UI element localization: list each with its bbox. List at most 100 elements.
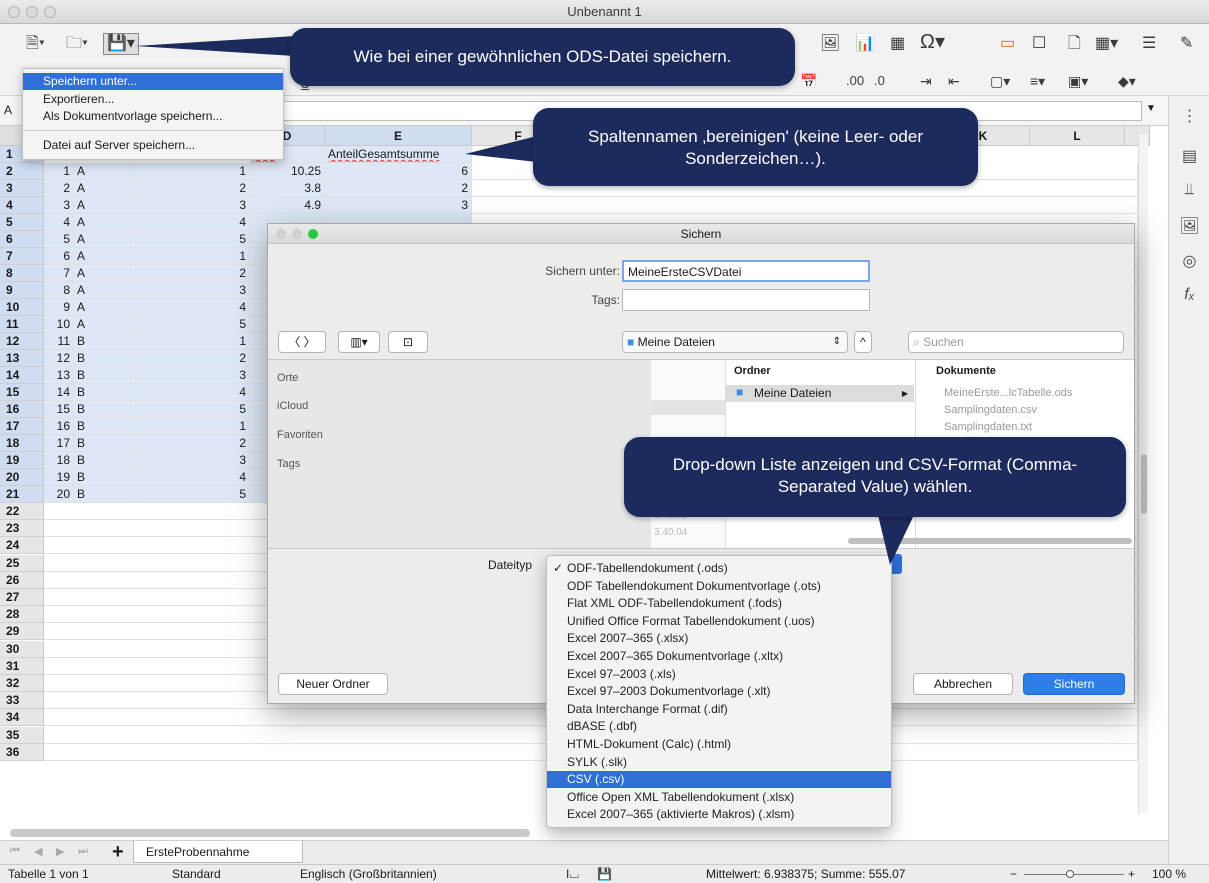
row-header[interactable]: 15 [0, 384, 44, 401]
table-cell[interactable]: A [74, 299, 136, 316]
filetype-option[interactable]: Excel 2007–365 (.xlsx) [547, 630, 891, 647]
table-cell[interactable]: 1 [44, 163, 74, 180]
row-header[interactable]: 20 [0, 469, 44, 486]
row-header[interactable]: 17 [0, 418, 44, 435]
table-cell[interactable]: 6 [44, 248, 74, 265]
functions-icon[interactable]: fₓ [1169, 286, 1209, 304]
last-sheet-icon[interactable]: ⏭ [78, 845, 88, 858]
expand-formula-icon[interactable]: ▼ [1146, 103, 1156, 114]
row-header[interactable]: 12 [0, 333, 44, 350]
zoom-in-icon[interactable]: + [1128, 865, 1135, 883]
table-cell[interactable]: 1 [136, 418, 250, 435]
delete-decimal-icon[interactable]: .0 [874, 72, 885, 90]
sheet-tab[interactable]: ErsteProbennahme [133, 841, 303, 863]
table-cell[interactable]: A [74, 180, 136, 197]
table-cell[interactable]: B [74, 418, 136, 435]
row-header[interactable]: 8 [0, 265, 44, 282]
table-cell[interactable]: 14 [44, 384, 74, 401]
filetype-option[interactable]: ODF Tabellendokument Dokumentvorlage (.o… [547, 578, 891, 595]
table-cell[interactable]: 10 [44, 316, 74, 333]
table-cell[interactable]: 1 [136, 248, 250, 265]
next-sheet-icon[interactable]: ▶ [56, 845, 64, 858]
special-character-icon[interactable]: Ω▾ [920, 32, 945, 52]
close-window-button[interactable] [8, 6, 20, 18]
name-box[interactable]: A [4, 103, 12, 117]
table-cell[interactable]: 4 [44, 214, 74, 231]
table-cell[interactable]: 2 [136, 265, 250, 282]
table-cell[interactable]: 2 [136, 180, 250, 197]
table-cell[interactable]: 5 [44, 231, 74, 248]
borders-icon[interactable]: ▢▾ [990, 72, 1010, 90]
zoom-slider[interactable] [1024, 874, 1124, 875]
table-cell[interactable]: A [74, 265, 136, 282]
column-header-l[interactable]: L [1030, 126, 1125, 146]
add-sheet-icon[interactable]: + [112, 841, 124, 864]
search-input[interactable]: ⌕ Suchen [908, 331, 1124, 353]
table-cell[interactable]: B [74, 367, 136, 384]
places-section-tags[interactable]: Tags [277, 458, 300, 470]
zoom-out-icon[interactable]: − [1010, 865, 1017, 883]
filetype-option[interactable]: Excel 97–2003 Dokumentvorlage (.xlt) [547, 683, 891, 700]
table-cell[interactable]: 3 [136, 367, 250, 384]
table-cell[interactable]: 5 [136, 486, 250, 503]
places-section-orte[interactable]: Orte [277, 372, 298, 384]
row-header[interactable]: 14 [0, 367, 44, 384]
table-cell[interactable]: A [74, 248, 136, 265]
table-cell[interactable]: B [74, 350, 136, 367]
filetype-option[interactable]: Data Interchange Format (.dif) [547, 701, 891, 718]
location-popup[interactable]: ■ Meine Dateien ⇕ [622, 331, 848, 353]
table-cell[interactable]: A [74, 316, 136, 333]
table-cell[interactable]: 8 [44, 282, 74, 299]
table-cell[interactable]: 3 [44, 197, 74, 214]
zoom-slider-handle[interactable] [1066, 870, 1074, 878]
table-cell[interactable]: 4 [136, 299, 250, 316]
table-cell[interactable]: B [74, 469, 136, 486]
table-cell[interactable]: 7 [44, 265, 74, 282]
table-cell[interactable]: 4.9 [250, 197, 325, 214]
back-forward-buttons[interactable]: 〈 〉 [278, 331, 326, 353]
background-color-icon[interactable]: ◆▾ [1118, 72, 1136, 90]
filetype-option[interactable]: ✓ ODF-Tabellendokument (.ods) [547, 560, 891, 577]
table-row-empty-cells[interactable] [472, 197, 1138, 214]
table-cell[interactable]: 1 [136, 333, 250, 350]
menu-item-save-template[interactable]: Als Dokumentvorlage speichern... [23, 108, 283, 125]
row-header[interactable]: 29 [0, 623, 44, 641]
row-header[interactable]: 7 [0, 248, 44, 265]
table-cell[interactable]: 2 [136, 350, 250, 367]
row-header[interactable]: 13 [0, 350, 44, 367]
filetype-option[interactable]: Excel 2007–365 (aktivierte Makros) (.xls… [547, 806, 891, 823]
table-cell[interactable]: 16 [44, 418, 74, 435]
table-cell[interactable]: 3 [325, 197, 472, 214]
filename-input[interactable]: MeineErsteCSVDatei [622, 260, 870, 282]
row-header[interactable]: 27 [0, 589, 44, 606]
table-cell[interactable]: 13 [44, 367, 74, 384]
row-header[interactable]: 34 [0, 709, 44, 727]
table-cell[interactable]: 4 [136, 214, 250, 231]
table-cell[interactable]: 3.8 [250, 180, 325, 197]
table-cell[interactable]: 3 [136, 282, 250, 299]
row-header[interactable]: 35 [0, 726, 44, 744]
table-cell[interactable]: 3 [136, 452, 250, 469]
row-header[interactable]: 31 [0, 657, 44, 675]
row-header[interactable]: 36 [0, 743, 44, 761]
row-header[interactable]: 26 [0, 571, 44, 589]
vertical-scrollbar[interactable] [1138, 134, 1148, 814]
row-header[interactable]: 16 [0, 401, 44, 418]
date-format-icon[interactable]: 📅 [800, 72, 817, 90]
table-cell[interactable]: 4 [136, 469, 250, 486]
new-folder-icon[interactable]: ⊡ [388, 331, 428, 353]
table-cell[interactable]: A [74, 231, 136, 248]
menu-item-save-remote[interactable]: Datei auf Server speichern... [23, 137, 283, 154]
table-cell[interactable]: B [74, 452, 136, 469]
table-cell[interactable]: 20 [44, 486, 74, 503]
gallery-icon[interactable]: 🖼 [1169, 216, 1209, 236]
prev-sheet-icon[interactable]: ◀ [34, 845, 42, 858]
table-cell[interactable]: 5 [136, 401, 250, 418]
filetype-option[interactable]: Flat XML ODF-Tabellendokument (.fods) [547, 595, 891, 612]
table-cell[interactable]: B [74, 486, 136, 503]
draw-functions-icon[interactable]: ✎ [1180, 35, 1193, 53]
row-header[interactable]: 9 [0, 282, 44, 299]
add-decimal-icon[interactable]: .00 [846, 72, 864, 90]
table-cell[interactable]: B [74, 333, 136, 350]
places-section-favoriten[interactable]: Favoriten [277, 429, 323, 441]
